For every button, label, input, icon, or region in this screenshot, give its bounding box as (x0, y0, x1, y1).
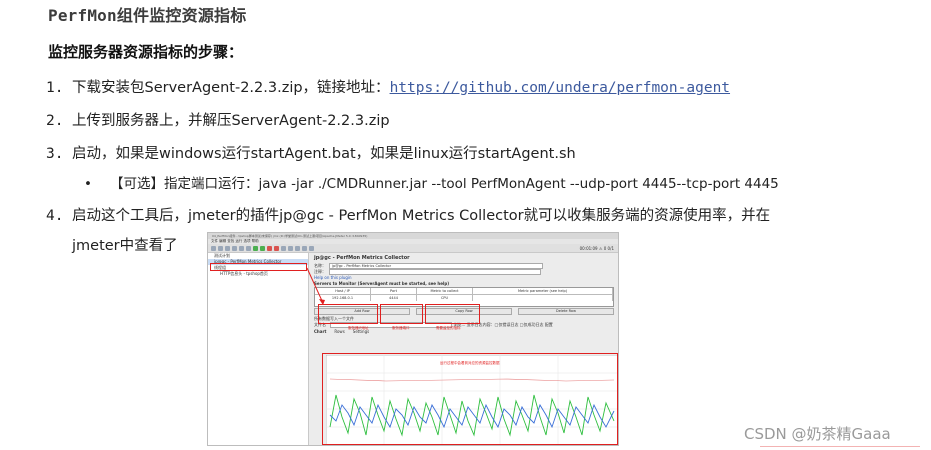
cell-port: 4444 (371, 295, 417, 301)
paste-icon (246, 245, 251, 251)
step-number: 3. (46, 146, 64, 162)
highlight-host-column (318, 304, 378, 324)
highlight-port-column (380, 304, 423, 324)
shutdown-icon (274, 245, 279, 251)
open-icon (218, 245, 223, 251)
function-helper-icon (302, 245, 307, 251)
clear-all-icon (288, 245, 293, 251)
save-icon (225, 245, 230, 251)
help-icon (309, 245, 314, 251)
cell-parameter (473, 295, 613, 301)
stop-icon (267, 245, 272, 251)
cell-metric: CPU (417, 295, 473, 301)
csdn-watermark: CSDN @奶茶精Gaaa (744, 425, 891, 443)
step-number: 2. (46, 113, 64, 129)
test-plan-tree: 测试计划 jp@gc - PerfMon Metrics Collector 线… (208, 253, 309, 445)
step-number: 1. (46, 80, 64, 96)
toolbar: 00:01:09 ⚠ 0 0/1 (208, 244, 618, 253)
step-number: 4. (46, 208, 64, 224)
start-icon (253, 245, 258, 251)
bullet-dot: • (84, 176, 92, 192)
step-text: 启动这个工具后，jmeter的插件jp@gc - PerfMon Metrics… (72, 208, 771, 224)
annotation-host: 服务器IP地址 (348, 326, 369, 330)
github-link[interactable]: https://github.com/undera/perfmon-agent (390, 80, 730, 96)
elapsed-timer: 00:01:09 ⚠ 0 0/1 (579, 245, 614, 251)
step-3: 3. 启动，如果是windows运行startAgent.bat，如果是linux… (46, 142, 576, 163)
arrow-icon (306, 267, 325, 305)
steps-subheading: 监控服务器资源指标的步骤： (48, 43, 244, 61)
step-text: 下载安装包ServerAgent-2.2.3.zip，链接地址： (72, 80, 390, 96)
step-2: 2. 上传到服务器上，并解压ServerAgent-2.2.3.zip (46, 109, 390, 130)
cut-icon (232, 245, 237, 251)
bullet-text: 【可选】指定端口运行：java -jar ./CMDRunner.jar --t… (110, 176, 779, 192)
col-metric: Metric to collect (417, 288, 473, 294)
watermark-underline (760, 446, 920, 447)
step-text: 启动，如果是windows运行startAgent.bat，如果是linux运行… (72, 146, 576, 162)
highlight-tree-item (210, 263, 307, 271)
panel-title: jp@gc - PerfMon Metrics Collector (314, 255, 410, 261)
new-icon (211, 245, 216, 251)
optional-port-bullet: • 【可选】指定端口运行：java -jar ./CMDRunner.jar --… (84, 172, 779, 192)
tab-rows: Rows (334, 329, 345, 334)
highlight-chart (322, 353, 618, 445)
page-heading: PerfMon组件监控资源指标 (48, 6, 247, 25)
search-icon (295, 245, 300, 251)
step-text: 上传到服务器上，并解压ServerAgent-2.2.3.zip (72, 113, 390, 129)
annotation-port: 服务器端口 (392, 326, 410, 330)
col-parameter: Metric parameter (see help) (473, 288, 613, 294)
clear-icon (281, 245, 286, 251)
jmeter-screenshot: 04_PerfMon组件 - tpshop脚本测试(未保存) jmx (D:\学… (207, 232, 619, 446)
comment-field (329, 269, 541, 275)
highlight-metric-column (425, 304, 480, 324)
tab-chart: Chart (314, 329, 327, 334)
annotation-chart: 运行过程中会看到对应的资源监控数据 (440, 361, 500, 365)
delete-row-button: Delete Row (518, 308, 614, 315)
start-no-pause-icon (260, 245, 265, 251)
copy-icon (239, 245, 244, 251)
grid-row: 192.168.0.1 4444 CPU (315, 295, 613, 301)
step-1: 1. 下载安装包ServerAgent-2.2.3.zip，链接地址：https:… (46, 76, 730, 97)
grid-header: Host / IP Port Metric to collect Metric … (315, 288, 613, 295)
tree-item-http-header: HTTP信息头 - tpshop首页 (220, 271, 268, 276)
step-4-continued: jmeter中查看了 (72, 238, 178, 254)
col-port: Port (371, 288, 417, 294)
annotation-metric: 需要监控的指标 (436, 326, 461, 330)
step-4: 4. 启动这个工具后，jmeter的插件jp@gc - PerfMon Metri… (46, 204, 770, 225)
